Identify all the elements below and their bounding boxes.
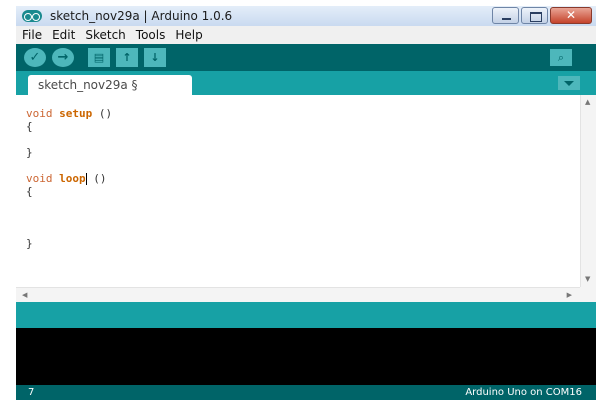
maximize-button[interactable] — [521, 7, 548, 24]
scroll-up-icon[interactable]: ▲ — [585, 98, 590, 106]
code-text: } — [26, 237, 33, 250]
code-line[interactable] — [26, 133, 112, 146]
serial-monitor-button[interactable]: ⌕ — [550, 49, 572, 66]
code-punctuation: () — [86, 172, 107, 185]
menu-edit[interactable]: Edit — [52, 28, 75, 42]
vertical-scrollbar[interactable]: ▲ ▼ — [580, 95, 596, 287]
window-title: sketch_nov29a | Arduino 1.0.6 — [50, 9, 233, 23]
magnifier-icon: ⌕ — [557, 51, 565, 64]
new-button[interactable]: ▤ — [88, 48, 110, 67]
minimize-button[interactable] — [492, 7, 519, 24]
scrollbar-corner — [580, 287, 596, 302]
close-button[interactable]: ✕ — [550, 7, 592, 24]
arrow-down-icon: ↓ — [150, 51, 160, 64]
close-icon: ✕ — [565, 8, 577, 22]
status-bar: 7 Arduino Uno on COM16 — [16, 385, 596, 400]
toolbar: ✓ → ▤ ↑ ↓ ⌕ — [16, 44, 596, 71]
code-line[interactable]: void setup () — [26, 107, 112, 120]
code-text: } — [26, 146, 33, 159]
upload-button[interactable]: → — [52, 48, 74, 67]
menu-sketch[interactable]: Sketch — [85, 28, 125, 42]
window-controls: ✕ — [492, 7, 592, 24]
code-line[interactable] — [26, 224, 112, 237]
code-lines[interactable]: void setup (){} void loop (){} — [26, 107, 112, 250]
code-keyword: void — [26, 107, 53, 120]
code-punctuation: () — [92, 107, 113, 120]
code-line[interactable]: } — [26, 237, 112, 250]
code-keyword: void — [26, 172, 53, 185]
code-line[interactable] — [26, 198, 112, 211]
code-line[interactable]: void loop () — [26, 172, 112, 185]
tab-menu-button[interactable] — [558, 76, 580, 90]
message-area — [16, 302, 596, 328]
code-line[interactable]: { — [26, 120, 112, 133]
code-line[interactable]: { — [26, 185, 112, 198]
code-text: { — [26, 185, 33, 198]
menu-tools[interactable]: Tools — [136, 28, 166, 42]
code-function-name: setup — [59, 107, 93, 120]
arrow-right-icon: → — [57, 50, 69, 65]
verify-button[interactable]: ✓ — [24, 48, 46, 67]
scroll-right-icon[interactable]: ▶ — [567, 291, 572, 299]
new-file-icon: ▤ — [93, 51, 105, 64]
code-editor[interactable]: void setup (){} void loop (){} ▲ ▼ ◀ ▶ — [16, 95, 596, 302]
chevron-down-icon — [564, 80, 574, 86]
console-output[interactable] — [16, 328, 596, 385]
tab-strip: sketch_nov29a § — [16, 71, 596, 95]
board-info: Arduino Uno on COM16 — [465, 387, 582, 398]
code-line[interactable] — [26, 159, 112, 172]
menu-bar: File Edit Sketch Tools Help — [16, 26, 596, 44]
title-bar: sketch_nov29a | Arduino 1.0.6 ✕ — [16, 6, 596, 26]
code-line[interactable]: } — [26, 146, 112, 159]
scroll-left-icon[interactable]: ◀ — [22, 291, 27, 299]
tab-sketch[interactable]: sketch_nov29a § — [28, 75, 192, 95]
checkmark-icon: ✓ — [29, 50, 41, 65]
arrow-up-icon: ↑ — [122, 51, 132, 64]
line-number: 7 — [28, 387, 35, 398]
code-line[interactable] — [26, 211, 112, 224]
horizontal-scrollbar[interactable]: ◀ ▶ — [16, 287, 580, 302]
code-function-name: loop — [59, 172, 86, 185]
menu-help[interactable]: Help — [175, 28, 202, 42]
save-button[interactable]: ↓ — [144, 48, 166, 67]
open-button[interactable]: ↑ — [116, 48, 138, 67]
arduino-logo-icon — [22, 10, 42, 22]
scroll-down-icon[interactable]: ▼ — [585, 275, 590, 283]
code-text: { — [26, 120, 33, 133]
menu-file[interactable]: File — [22, 28, 42, 42]
